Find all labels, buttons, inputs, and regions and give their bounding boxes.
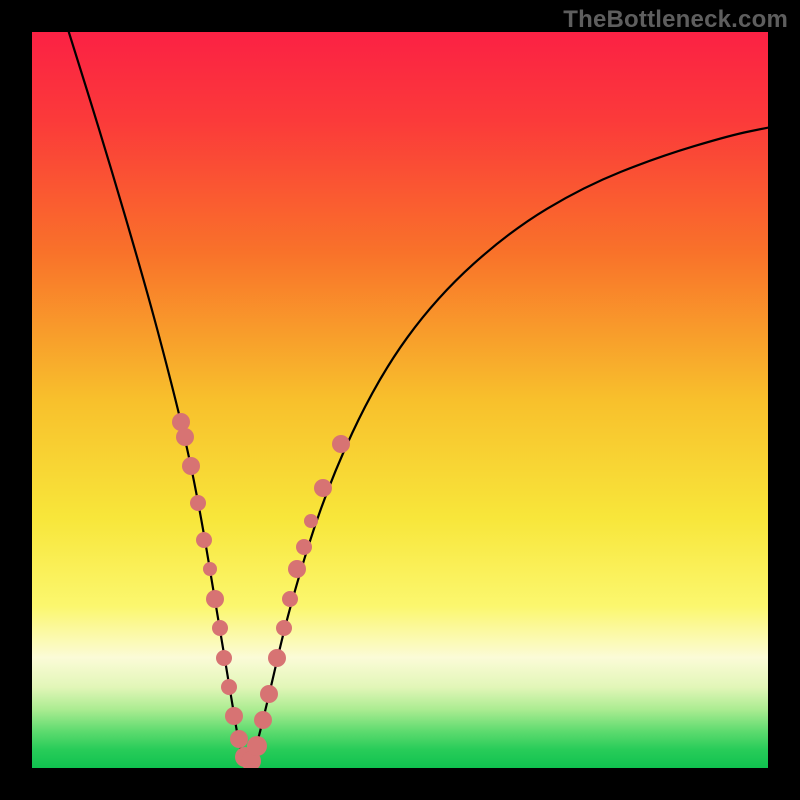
bottleneck-curve [32, 32, 768, 768]
watermark-text: TheBottleneck.com [563, 6, 788, 34]
plot-area [32, 32, 768, 768]
chart-stage: TheBottleneck.com [0, 0, 800, 800]
